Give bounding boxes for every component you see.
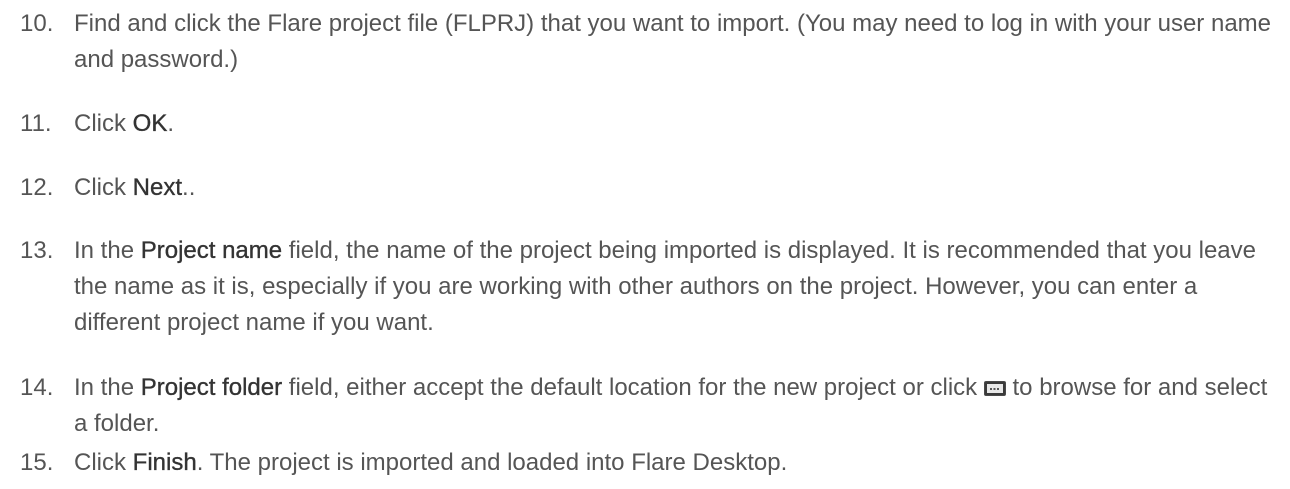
ui-term-project-folder: Project folder xyxy=(140,374,283,401)
step-text: Click Finish. The project is imported an… xyxy=(74,445,1282,481)
step-12: 12. Click Next.. xyxy=(20,170,1282,206)
step-prefix: In the xyxy=(74,374,141,401)
step-number: 15. xyxy=(20,449,54,476)
step-text: Click Next.. xyxy=(74,170,1282,206)
step-15: 15. Click Finish. The project is importe… xyxy=(20,445,1282,481)
step-prefix: Click xyxy=(74,110,133,137)
step-number: 14. xyxy=(20,374,54,401)
step-14: 14. In the Project folder field, either … xyxy=(20,370,1282,442)
step-number: 13. xyxy=(20,237,54,264)
step-text: In the Project folder field, either acce… xyxy=(74,370,1282,442)
step-middle: field, either accept the default locatio… xyxy=(282,374,984,401)
step-suffix: . xyxy=(167,110,175,137)
step-number: 11. xyxy=(20,110,52,137)
ui-term-finish: Finish xyxy=(132,449,197,476)
step-prefix: In the xyxy=(74,237,141,264)
step-number: 12. xyxy=(20,174,54,201)
ui-term-next: Next xyxy=(132,174,183,201)
step-number: 10. xyxy=(20,10,54,37)
step-text: In the Project name field, the name of t… xyxy=(74,233,1282,341)
step-text: Find and click the Flare project file (F… xyxy=(74,10,1271,73)
procedure-steps: 10. Find and click the Flare project fil… xyxy=(0,0,1290,489)
ui-term-project-name: Project name xyxy=(140,237,283,264)
step-10: 10. Find and click the Flare project fil… xyxy=(20,6,1282,78)
step-suffix: .. xyxy=(182,174,196,201)
step-prefix: Click xyxy=(74,174,133,201)
step-prefix: Click xyxy=(74,449,133,476)
step-suffix: . The project is imported and loaded int… xyxy=(196,449,788,476)
step-text: Click OK. xyxy=(74,106,1282,142)
step-13: 13. In the Project name field, the name … xyxy=(20,233,1282,341)
browse-button-icon xyxy=(983,381,1006,396)
ui-term-ok: OK xyxy=(132,110,168,137)
step-11: 11. Click OK. xyxy=(20,106,1282,142)
